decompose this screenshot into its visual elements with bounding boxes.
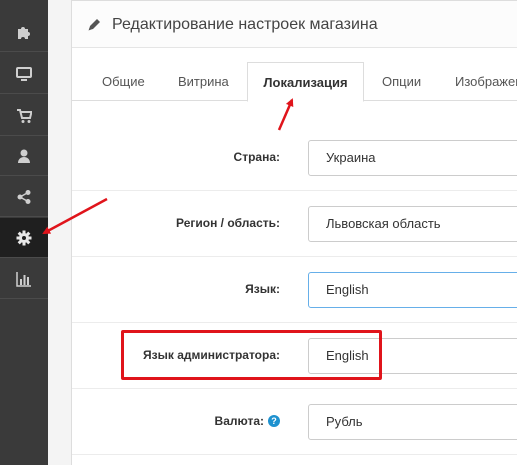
sidebar-arrow (42, 197, 108, 235)
tab-arrow (277, 98, 294, 131)
annotation-arrows (42, 98, 294, 235)
page: Редактирование настроек магазина Общие В… (0, 0, 517, 465)
